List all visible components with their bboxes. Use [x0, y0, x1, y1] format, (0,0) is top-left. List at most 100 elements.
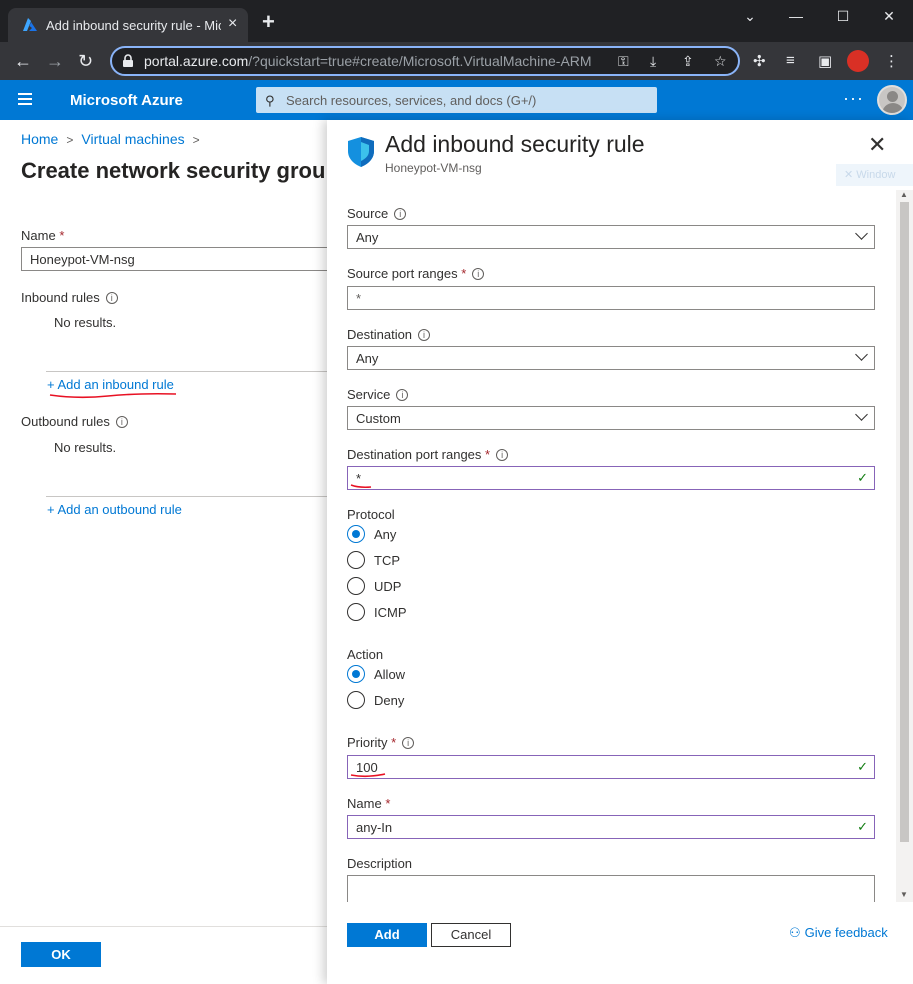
divider: [46, 371, 327, 372]
service-label: Service i: [347, 387, 409, 402]
source-dropdown[interactable]: Any: [347, 225, 875, 249]
priority-input[interactable]: 100 ✓: [347, 755, 875, 779]
install-icon[interactable]: ⤓: [650, 53, 656, 70]
page-title: Create network security grou: [21, 158, 326, 183]
address-bar[interactable]: portal.azure.com/?quickstart=true#create…: [110, 46, 740, 76]
outbound-empty-text: No results.: [54, 440, 117, 455]
protocol-label: Protocol: [347, 507, 395, 522]
info-icon[interactable]: i: [105, 292, 118, 304]
name-label: Name *: [21, 228, 65, 243]
ok-button[interactable]: OK: [21, 942, 101, 967]
info-icon[interactable]: i: [472, 268, 485, 280]
forward-icon[interactable]: →: [46, 51, 64, 71]
maximize-icon[interactable]: ☐: [828, 8, 858, 25]
url-text: portal.azure.com/?quickstart=true#create…: [144, 53, 592, 69]
action-label: Action: [347, 647, 384, 662]
add-outbound-rule-link[interactable]: + Add an outbound rule: [47, 502, 182, 517]
window-close-icon[interactable]: ✕: [874, 8, 904, 25]
share-icon[interactable]: ⇪: [682, 53, 694, 70]
outbound-rules-label: Outbound rules i: [21, 414, 128, 429]
checkmark-icon: ✓: [857, 759, 868, 774]
brand-title[interactable]: Microsoft Azure: [70, 92, 183, 109]
chevron-down-icon: [855, 227, 868, 240]
url-path: /?quickstart=true#create/Microsoft.Virtu…: [248, 53, 592, 69]
panel-subtitle: Honeypot-VM-nsg: [385, 161, 482, 175]
windows-activation-chip: ✕ Window: [836, 164, 913, 186]
scroll-thumb[interactable]: [900, 202, 909, 842]
new-tab-icon[interactable]: +: [262, 11, 275, 33]
dest-port-input[interactable]: * ✓: [347, 466, 875, 490]
close-icon[interactable]: ✕: [868, 134, 886, 156]
create-nsg-blade: Home > Virtual machines > Create network se…: [0, 120, 331, 984]
url-host: portal.azure.com: [144, 53, 249, 69]
feedback-icon: ⚇: [789, 925, 801, 940]
destination-dropdown[interactable]: Any: [347, 346, 875, 370]
lock-icon: [123, 54, 133, 67]
global-search-input[interactable]: ⚲ Search resources, services, and docs (…: [256, 87, 657, 113]
tab-search-icon[interactable]: ⌄: [735, 8, 765, 25]
info-icon[interactable]: i: [394, 208, 407, 220]
panel-title: Add inbound security rule: [385, 131, 645, 157]
search-placeholder: Search resources, services, and docs (G+…: [286, 93, 537, 108]
description-label: Description: [347, 856, 413, 871]
profile-avatar[interactable]: [847, 50, 869, 72]
user-avatar[interactable]: [877, 85, 907, 115]
menu-icon[interactable]: [18, 93, 32, 105]
shield-icon: [348, 137, 374, 167]
info-icon[interactable]: i: [496, 449, 509, 461]
chevron-down-icon: [855, 408, 868, 421]
dest-port-label: Destination port ranges * i: [347, 447, 509, 462]
scroll-down-icon[interactable]: ▼: [900, 890, 908, 899]
azure-header: Microsoft Azure ⚲ Search resources, serv…: [0, 80, 913, 120]
source-port-label: Source port ranges * i: [347, 266, 485, 281]
checkmark-icon: ✓: [857, 470, 868, 485]
info-icon[interactable]: i: [418, 329, 431, 341]
add-inbound-rule-panel: Add inbound security rule Honeypot-VM-ns…: [327, 120, 913, 984]
minimize-icon[interactable]: —: [781, 8, 811, 24]
priority-label: Priority * i: [347, 735, 415, 750]
footer-divider: [0, 926, 327, 927]
browser-tab[interactable]: Add inbound security rule - Micr ×: [8, 8, 248, 42]
media-icon[interactable]: ≡: [786, 52, 795, 69]
scroll-up-icon[interactable]: ▲: [900, 190, 908, 199]
search-icon: ⚲: [265, 93, 275, 108]
panel-scrollbar[interactable]: ▲ ▼: [896, 190, 913, 902]
browser-tab-strip: Add inbound security rule - Micr × + ⌄ —…: [0, 0, 913, 42]
breadcrumb-virtual-machines[interactable]: Virtual machines: [81, 131, 184, 147]
azure-logo-icon: [23, 18, 37, 31]
key-icon[interactable]: ⚿: [618, 53, 629, 70]
rule-name-label: Name *: [347, 796, 391, 811]
info-icon[interactable]: i: [396, 389, 409, 401]
tab-title: Add inbound security rule - Micr: [46, 18, 221, 33]
add-button[interactable]: Add: [347, 923, 427, 947]
inbound-rules-label: Inbound rules i: [21, 290, 118, 305]
browser-menu-icon[interactable]: ⋮: [884, 52, 899, 70]
bookmark-star-icon[interactable]: ☆: [714, 53, 727, 70]
divider: [46, 496, 327, 497]
add-inbound-rule-link[interactable]: + Add an inbound rule: [47, 377, 174, 392]
give-feedback-link[interactable]: ⚇ Give feedback: [789, 925, 888, 941]
extensions-icon[interactable]: ✣: [753, 52, 766, 70]
breadcrumb: Home > Virtual machines >: [21, 131, 208, 147]
breadcrumb-home[interactable]: Home: [21, 131, 58, 147]
destination-label: Destination i: [347, 327, 431, 342]
chevron-down-icon: [855, 348, 868, 361]
chevron-right-icon: >: [192, 133, 200, 147]
info-icon[interactable]: i: [115, 416, 128, 428]
service-dropdown[interactable]: Custom: [347, 406, 875, 430]
more-icon[interactable]: ···: [843, 88, 864, 109]
source-port-input[interactable]: *: [347, 286, 875, 310]
source-label: Source i: [347, 206, 407, 221]
back-icon[interactable]: ←: [14, 51, 32, 71]
browser-toolbar: ← → ↻ portal.azure.com/?quickstart=true#…: [0, 42, 913, 80]
side-panel-icon[interactable]: ▣: [818, 52, 832, 70]
inbound-empty-text: No results.: [54, 315, 117, 330]
panel-footer: Add Cancel ⚇ Give feedback: [327, 902, 913, 984]
reload-icon[interactable]: ↻: [78, 51, 93, 71]
cancel-button[interactable]: Cancel: [431, 923, 511, 947]
checkmark-icon: ✓: [857, 819, 868, 834]
rule-name-input[interactable]: any-In ✓: [347, 815, 875, 839]
info-icon[interactable]: i: [402, 737, 415, 749]
tab-close-icon[interactable]: ×: [228, 15, 237, 33]
nsg-name-input[interactable]: Honeypot-VM-nsg: [21, 247, 331, 271]
